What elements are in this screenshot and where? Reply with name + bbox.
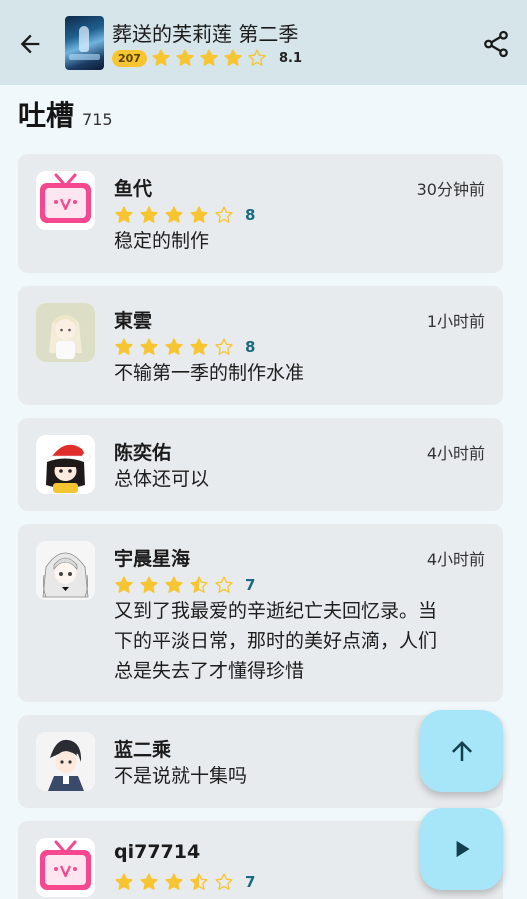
star-full-icon [165, 206, 183, 223]
anime-rating-row: 207 8.1 [112, 48, 302, 68]
star-full-icon [115, 873, 133, 890]
comment-rating: 8 [114, 205, 255, 225]
comment-time: 4小时前 [426, 550, 485, 569]
comment-score: 7 [245, 873, 256, 891]
comment-text: 不输第一季的制作水准 [114, 362, 305, 384]
comment-time: 30分钟前 [416, 180, 485, 199]
star-full-icon [224, 49, 242, 66]
anime-poster[interactable] [65, 16, 104, 70]
comment-rating: 7 [114, 575, 255, 595]
comment-stars [114, 205, 239, 225]
comment-username[interactable]: 宇晨星海 [114, 544, 190, 571]
comment-username[interactable]: 鱼代 [114, 174, 152, 201]
arrow-left-icon [20, 34, 40, 54]
star-full-icon [165, 873, 183, 890]
rank-badge: 207 [112, 49, 147, 67]
star-full-icon [140, 576, 158, 593]
comment-card[interactable]: 陈奕佑 4小时前 总体还可以 [18, 418, 503, 511]
star-full-icon [115, 338, 133, 355]
comment-time: 4小时前 [426, 444, 485, 463]
star-empty-icon [215, 206, 233, 223]
anime-score: 8.1 [278, 50, 302, 66]
star-half-icon [190, 873, 208, 890]
arrow-up-icon [451, 741, 472, 761]
star-empty-icon [248, 49, 266, 66]
play-icon [456, 840, 470, 858]
star-empty-icon [215, 576, 233, 593]
comment-card[interactable]: 鱼代 30分钟前 8 稳定的制作 [18, 154, 503, 273]
comment-text-line: 又到了我最爱的辛逝纪亡夫回忆录。当 [114, 600, 438, 622]
star-full-icon [115, 206, 133, 223]
header-stars [151, 48, 271, 68]
star-empty-icon [215, 873, 233, 890]
comment-text-line: 总是失去了才懂得珍惜 [114, 660, 305, 682]
comment-username[interactable]: 蓝二乘 [114, 735, 171, 762]
star-full-icon [190, 338, 208, 355]
star-half-icon [190, 576, 208, 593]
bilibili-tv-avatar[interactable] [36, 171, 95, 230]
star-full-icon [176, 49, 194, 66]
comment-stars [114, 575, 239, 595]
comment-time: 1小时前 [426, 312, 485, 331]
comment-username[interactable]: 陈奕佑 [114, 438, 171, 465]
comment-text: 又到了我最爱的辛逝纪亡夫回忆录。当 下的平淡日常，那时的美好点滴，人们 总是失去… [114, 596, 486, 686]
white-hair-girl-avatar[interactable] [36, 541, 95, 600]
comment-text: 总体还可以 [114, 468, 210, 490]
star-empty-icon [215, 338, 233, 355]
play-button[interactable] [420, 808, 503, 890]
santa-hat-girl-avatar[interactable] [36, 435, 95, 494]
back-button[interactable] [12, 26, 48, 62]
comment-score: 8 [245, 206, 256, 224]
star-full-icon [115, 576, 133, 593]
comment-username[interactable]: qi77714 [114, 841, 200, 863]
star-full-icon [140, 338, 158, 355]
comment-text-line: 下的平淡日常，那时的美好点滴，人们 [114, 630, 438, 652]
star-full-icon [165, 576, 183, 593]
comment-rating: 8 [114, 337, 255, 357]
bilibili-tv-avatar[interactable] [36, 838, 95, 897]
share-button[interactable] [478, 26, 514, 62]
comment-text: 稳定的制作 [114, 230, 210, 252]
star-full-icon [152, 49, 170, 66]
comment-rating: 7 [114, 872, 255, 892]
comment-score: 8 [245, 338, 256, 356]
section-title: 吐槽 [18, 99, 75, 132]
comment-card[interactable]: 東雲 1小时前 8 不输第一季的制作水准 [18, 286, 503, 405]
comment-card[interactable]: 宇晨星海 4小时前 7 又到了我最爱的辛逝纪亡夫回忆录。当 下的平淡日常，那时的… [18, 524, 503, 702]
anime-girl-avatar[interactable] [36, 303, 95, 362]
star-full-icon [140, 873, 158, 890]
comment-score: 7 [245, 576, 256, 594]
comment-username[interactable]: 東雲 [114, 306, 152, 333]
comment-count: 715 [82, 110, 113, 129]
comment-stars [114, 337, 239, 357]
top-app-bar: 葬送的芙莉莲 第二季 207 8.1 [0, 0, 527, 85]
star-full-icon [200, 49, 218, 66]
share-icon [484, 30, 508, 58]
anime-boy-avatar[interactable] [36, 732, 95, 791]
scroll-to-top-button[interactable] [420, 710, 503, 792]
star-full-icon [190, 206, 208, 223]
star-full-icon [165, 338, 183, 355]
comments-section-header: 吐槽 715 [18, 94, 113, 134]
star-full-icon [140, 206, 158, 223]
anime-title: 葬送的芙莉莲 第二季 [112, 22, 299, 46]
comment-stars [114, 872, 239, 892]
